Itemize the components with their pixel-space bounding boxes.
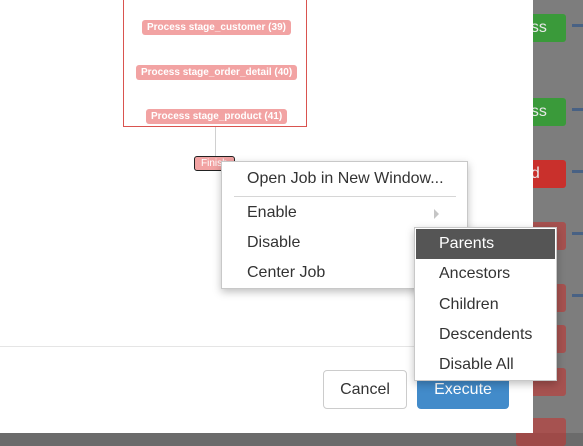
menu-item-enable[interactable]: Enable [222,198,467,228]
cancel-button[interactable]: Cancel [323,370,407,409]
row-edge [572,294,583,297]
row-edge [572,108,583,111]
row-edge [572,24,583,27]
row-edge [572,170,583,173]
submenu-item-parents[interactable]: Parents [416,229,555,259]
job-node-stage-order-detail[interactable]: Process stage_order_detail (40) [136,65,298,80]
menu-item-enable-label: Enable [247,204,297,221]
disable-submenu: Parents Ancestors Children Descendents D… [414,227,557,381]
submenu-item-children[interactable]: Children [416,290,555,320]
job-node-stage-product[interactable]: Process stage_product (41) [146,109,288,124]
submenu-item-ancestors[interactable]: Ancestors [416,259,555,289]
submenu-item-disable-all[interactable]: Disable All [416,350,555,380]
menu-separator [234,196,456,197]
job-node-stage-customer[interactable]: Process stage_customer (39) [142,20,291,35]
menu-item-open-job-new-window[interactable]: Open Job in New Window... [222,164,467,194]
submenu-item-descendents[interactable]: Descendents [416,320,555,350]
chevron-right-icon [434,209,439,219]
row-edge [572,232,583,235]
